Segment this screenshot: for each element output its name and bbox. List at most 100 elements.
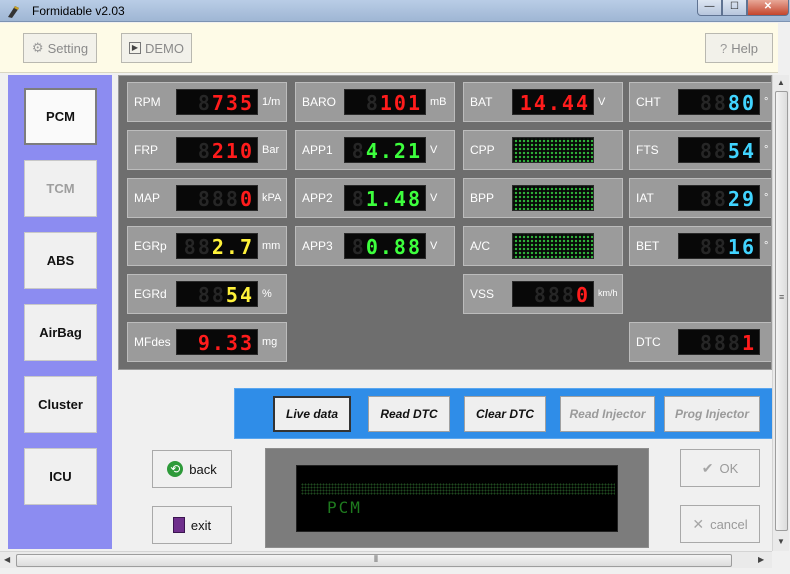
- gauge-value: 80: [727, 91, 756, 115]
- sidebar-item-cluster[interactable]: Cluster: [24, 376, 97, 433]
- maximize-button[interactable]: ☐: [722, 0, 747, 16]
- gauge-baro: BARO 8101 mB: [295, 82, 455, 122]
- gauge-unit: 1/m: [262, 96, 281, 108]
- gauge-value: 54: [225, 283, 254, 307]
- scroll-left-icon[interactable]: ◀: [4, 555, 10, 564]
- horizontal-scrollbar[interactable]: ◀ ⦀ ▶: [0, 551, 772, 568]
- help-icon: ?: [720, 40, 728, 56]
- scroll-right-icon[interactable]: ▶: [758, 555, 764, 564]
- gauge-value: 0: [575, 283, 590, 307]
- gauge-vss: VSS 8880 km/h: [463, 274, 623, 314]
- gauge-label: APP3: [302, 239, 333, 253]
- back-button[interactable]: ⟲ back: [152, 450, 232, 488]
- gauge-label: FRP: [134, 143, 158, 157]
- scroll-down-icon[interactable]: ▼: [777, 537, 785, 546]
- read-dtc-button[interactable]: Read DTC: [368, 396, 450, 432]
- gauge-unit: °: [764, 144, 769, 156]
- segment-display: 8210: [176, 137, 258, 163]
- gauge-value: 1.48: [365, 187, 422, 211]
- vertical-scroll-thumb[interactable]: ≡: [775, 91, 788, 531]
- sidebar-item-tcm[interactable]: TCM: [24, 160, 97, 217]
- play-icon: ▶: [129, 42, 141, 54]
- exit-door-icon: [172, 517, 185, 533]
- gauge-value: 735: [211, 91, 254, 115]
- live-data-button[interactable]: Live data: [273, 396, 351, 432]
- gauge-unit: mB: [430, 96, 447, 108]
- back-label: back: [189, 461, 217, 477]
- gauge-bat: BAT 14.44 V: [463, 82, 623, 122]
- horizontal-scroll-thumb[interactable]: ⦀: [16, 554, 732, 567]
- segment-display: 9.33: [176, 329, 258, 355]
- gauge-fts: FTS 8854 °: [629, 130, 771, 170]
- gauge-mfdes: MFdes 9.33 mg: [127, 322, 287, 362]
- lcd-frame: PCM: [265, 448, 649, 548]
- checkmark-icon: ✔: [701, 459, 714, 476]
- gauge-value: 54: [727, 139, 756, 163]
- gauge-iat: IAT 8829 °: [629, 178, 771, 218]
- gauge-unit: mm: [262, 240, 281, 252]
- gauge-label: RPM: [134, 95, 161, 109]
- gauge-value: 0: [239, 187, 254, 211]
- gauge-label: VSS: [470, 287, 495, 301]
- minimize-button[interactable]: —: [697, 0, 722, 16]
- ok-label: OK: [719, 460, 739, 476]
- gauge-value: 210: [211, 139, 254, 163]
- help-button[interactable]: ? Help: [705, 33, 773, 63]
- gauge-label: APP2: [302, 191, 333, 205]
- gauge-value: 14.44: [519, 91, 590, 115]
- gauge-label: A/C: [470, 239, 491, 253]
- sidebar-item-pcm[interactable]: PCM: [24, 88, 97, 145]
- gauge-value: 1: [741, 331, 756, 355]
- segment-display: 8880: [176, 185, 258, 211]
- gauge-unit: mg: [262, 336, 278, 348]
- lcd-line-1: [301, 483, 615, 495]
- gauge-rpm: RPM 8735 1/m: [127, 82, 287, 122]
- ok-button[interactable]: ✔ OK: [680, 449, 760, 487]
- gauge-unit: °: [764, 192, 769, 204]
- segment-display: 14.44: [512, 89, 594, 115]
- clear-dtc-button[interactable]: Clear DTC: [464, 396, 546, 432]
- gauge-bet: BET 8816 °: [629, 226, 771, 266]
- demo-button[interactable]: ▶ DEMO: [121, 33, 192, 63]
- exit-label: exit: [190, 517, 212, 533]
- app-icon: [8, 6, 19, 18]
- gauge-unit: Bar: [262, 144, 280, 156]
- sidebar-item-icu[interactable]: ICU: [24, 448, 97, 505]
- refresh-icon: ⟲: [167, 461, 184, 477]
- gauge-egrp: EGRp 882.7 mm: [127, 226, 287, 266]
- dot-matrix-display: [512, 233, 594, 259]
- close-icon: ✕: [692, 515, 705, 532]
- setting-label: Setting: [47, 40, 89, 56]
- gauge-ac: A/C: [463, 226, 623, 266]
- prog-injector-button[interactable]: Prog Injector: [664, 396, 760, 432]
- gauge-label: BARO: [302, 95, 337, 109]
- gauge-label: DTC: [636, 335, 661, 349]
- close-button[interactable]: ✕: [747, 0, 789, 16]
- gauge-frp: FRP 8210 Bar: [127, 130, 287, 170]
- grip-icon: ≡: [779, 292, 785, 302]
- exit-button[interactable]: exit: [152, 506, 232, 544]
- gauge-unit: kPA: [262, 192, 282, 204]
- vertical-scrollbar[interactable]: ▲ ≡ ▼: [772, 75, 789, 551]
- gauge-egrd: EGRd 8854 %: [127, 274, 287, 314]
- segment-display: 8735: [176, 89, 258, 115]
- segment-display: 8880: [678, 89, 760, 115]
- segment-display: 8854: [678, 137, 760, 163]
- scroll-up-icon[interactable]: ▲: [777, 78, 785, 87]
- gauge-map: MAP 8880 kPA: [127, 178, 287, 218]
- grip-icon: ⦀: [374, 554, 378, 564]
- read-injector-button[interactable]: Read Injector: [560, 396, 655, 432]
- title-bar[interactable]: Formidable v2.03 — ☐ ✕: [0, 0, 790, 22]
- cancel-button[interactable]: ✕ cancel: [680, 505, 760, 543]
- gauge-label: EGRp: [134, 239, 167, 253]
- sidebar-item-abs[interactable]: ABS: [24, 232, 97, 289]
- segment-display: 84.21: [344, 137, 426, 163]
- gauge-app2: APP2 81.48 V: [295, 178, 455, 218]
- gauge-label: CHT: [636, 95, 661, 109]
- sidebar-item-airbag[interactable]: AirBag: [24, 304, 97, 361]
- segment-display: 81.48: [344, 185, 426, 211]
- gauge-unit: V: [430, 144, 438, 156]
- live-data-panel: RPM 8735 1/m FRP 8210 Bar MAP 8880 kPA E…: [118, 75, 772, 370]
- setting-button[interactable]: ⚙ Setting: [23, 33, 97, 63]
- gauge-label: MFdes: [134, 335, 171, 349]
